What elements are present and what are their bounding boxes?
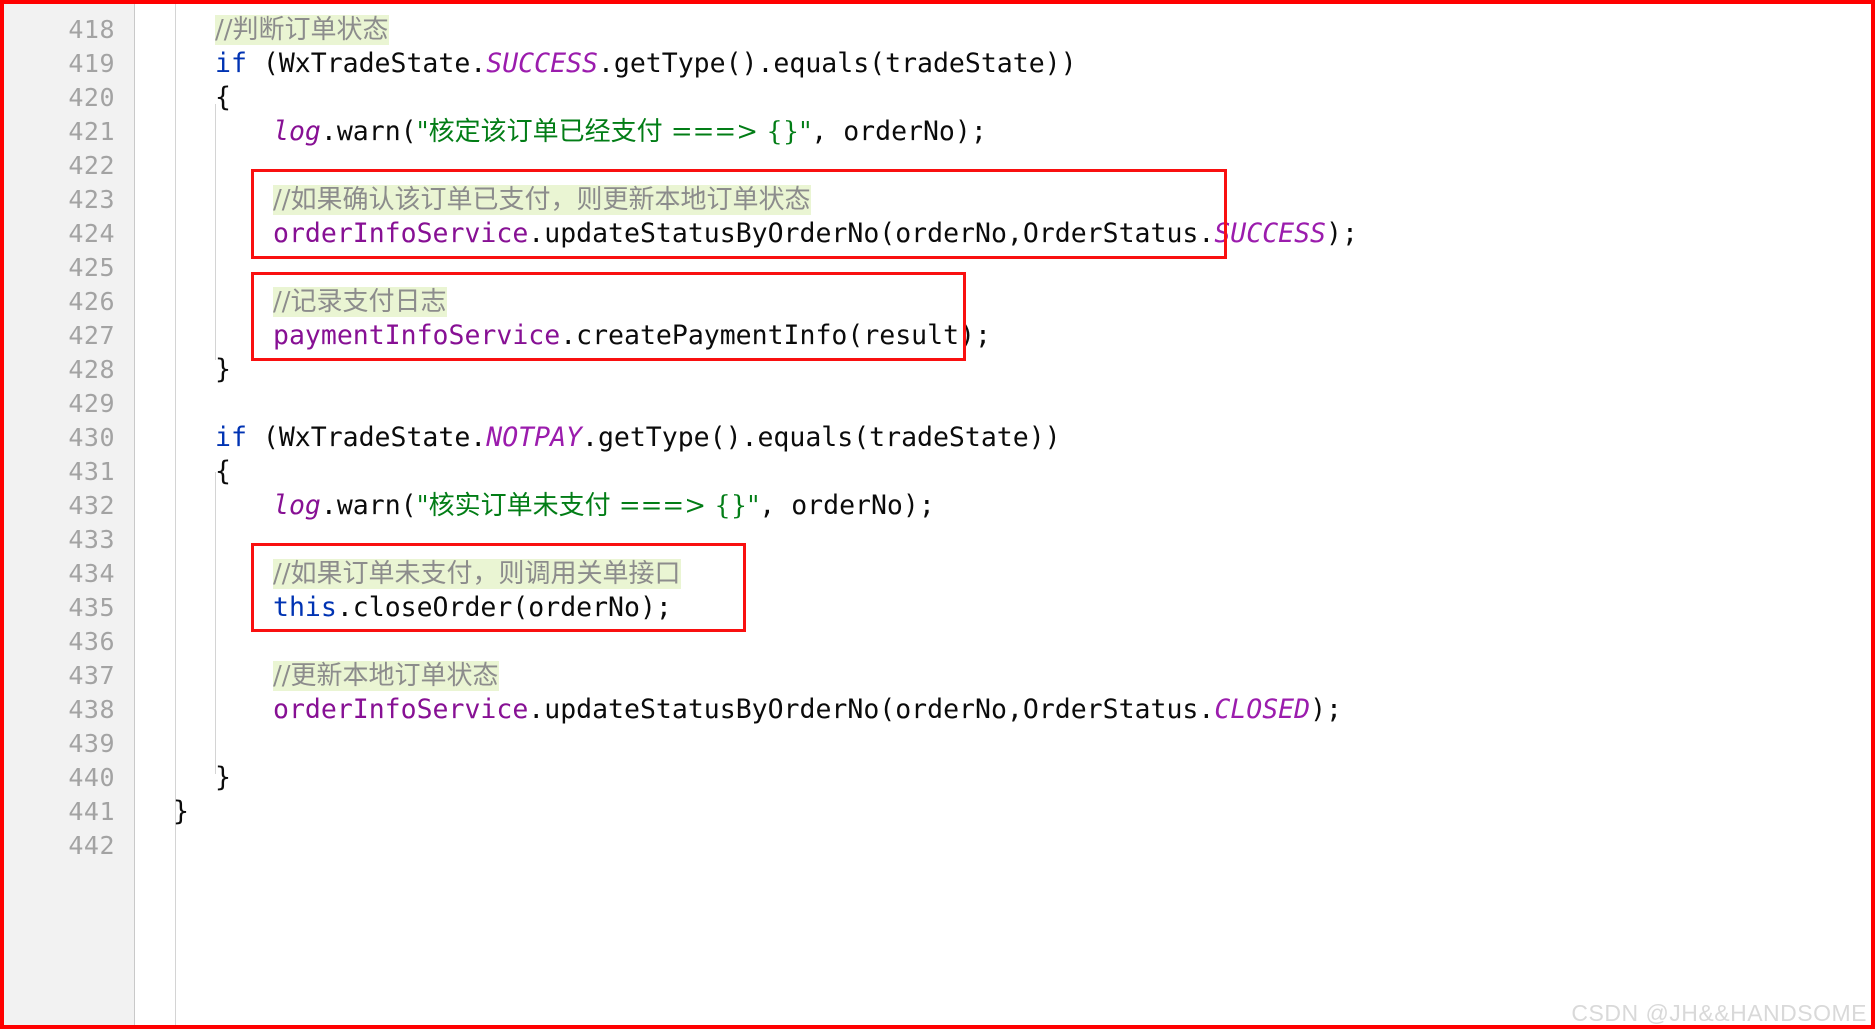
gutter-row[interactable]: 442 [4, 826, 134, 867]
code-fragment: (WxTradeState. [246, 48, 487, 79]
constant-closed: CLOSED [1214, 694, 1311, 725]
keyword-if: if [215, 422, 247, 453]
code-fragment: .warn( [320, 490, 417, 521]
string-literal: "核定该订单已经支付 ===> {}" [416, 117, 812, 147]
open-brace: { [215, 82, 231, 113]
csdn-watermark: CSDN @JH&&HANDSOME [1571, 1000, 1867, 1026]
annotation-box-update-order-status [251, 169, 1227, 259]
code-screenshot: 418 419 420 421 422 423 424 425 426 427 … [0, 0, 1875, 1029]
code-fragment: ); [1310, 694, 1342, 725]
code-fragment: .warn( [320, 116, 417, 147]
field-order-info-service: orderInfoService [273, 694, 529, 725]
line-number-gutter[interactable]: 418 419 420 421 422 423 424 425 426 427 … [4, 4, 135, 1025]
code-fragment: .getType().equals(tradeState)) [597, 48, 1077, 79]
logger-identifier: log [273, 116, 321, 147]
keyword-if: if [215, 48, 247, 79]
line-number: 442 [68, 831, 115, 860]
constant-success: SUCCESS [486, 48, 598, 79]
code-fragment: , orderNo); [811, 116, 987, 147]
logger-identifier: log [273, 490, 321, 521]
close-brace: } [215, 762, 231, 793]
comment-text: //判断订单状态 [215, 15, 389, 45]
close-brace: } [215, 354, 231, 385]
string-literal: "核实订单未支付 ===> {}" [416, 491, 760, 521]
constant-notpay: NOTPAY [486, 422, 582, 453]
constant-success: SUCCESS [1214, 218, 1327, 249]
comment-text: //更新本地订单状态 [273, 661, 499, 691]
code-line[interactable] [135, 826, 1871, 867]
code-fragment: , orderNo); [759, 490, 935, 521]
close-brace: } [173, 796, 189, 827]
code-editor[interactable]: 418 419 420 421 422 423 424 425 426 427 … [4, 4, 1871, 1025]
code-fragment: ); [1326, 218, 1358, 249]
code-fragment: (WxTradeState. [246, 422, 487, 453]
code-text-area[interactable]: //判断订单状态 if (WxTradeState.SUCCESS.getTyp… [135, 4, 1871, 1025]
open-brace: { [215, 456, 231, 487]
code-fragment: .updateStatusByOrderNo(orderNo,OrderStat… [528, 694, 1215, 725]
annotation-box-record-payment-log [251, 272, 966, 361]
code-fragment: .getType().equals(tradeState)) [581, 422, 1061, 453]
annotation-box-close-order [251, 543, 746, 632]
